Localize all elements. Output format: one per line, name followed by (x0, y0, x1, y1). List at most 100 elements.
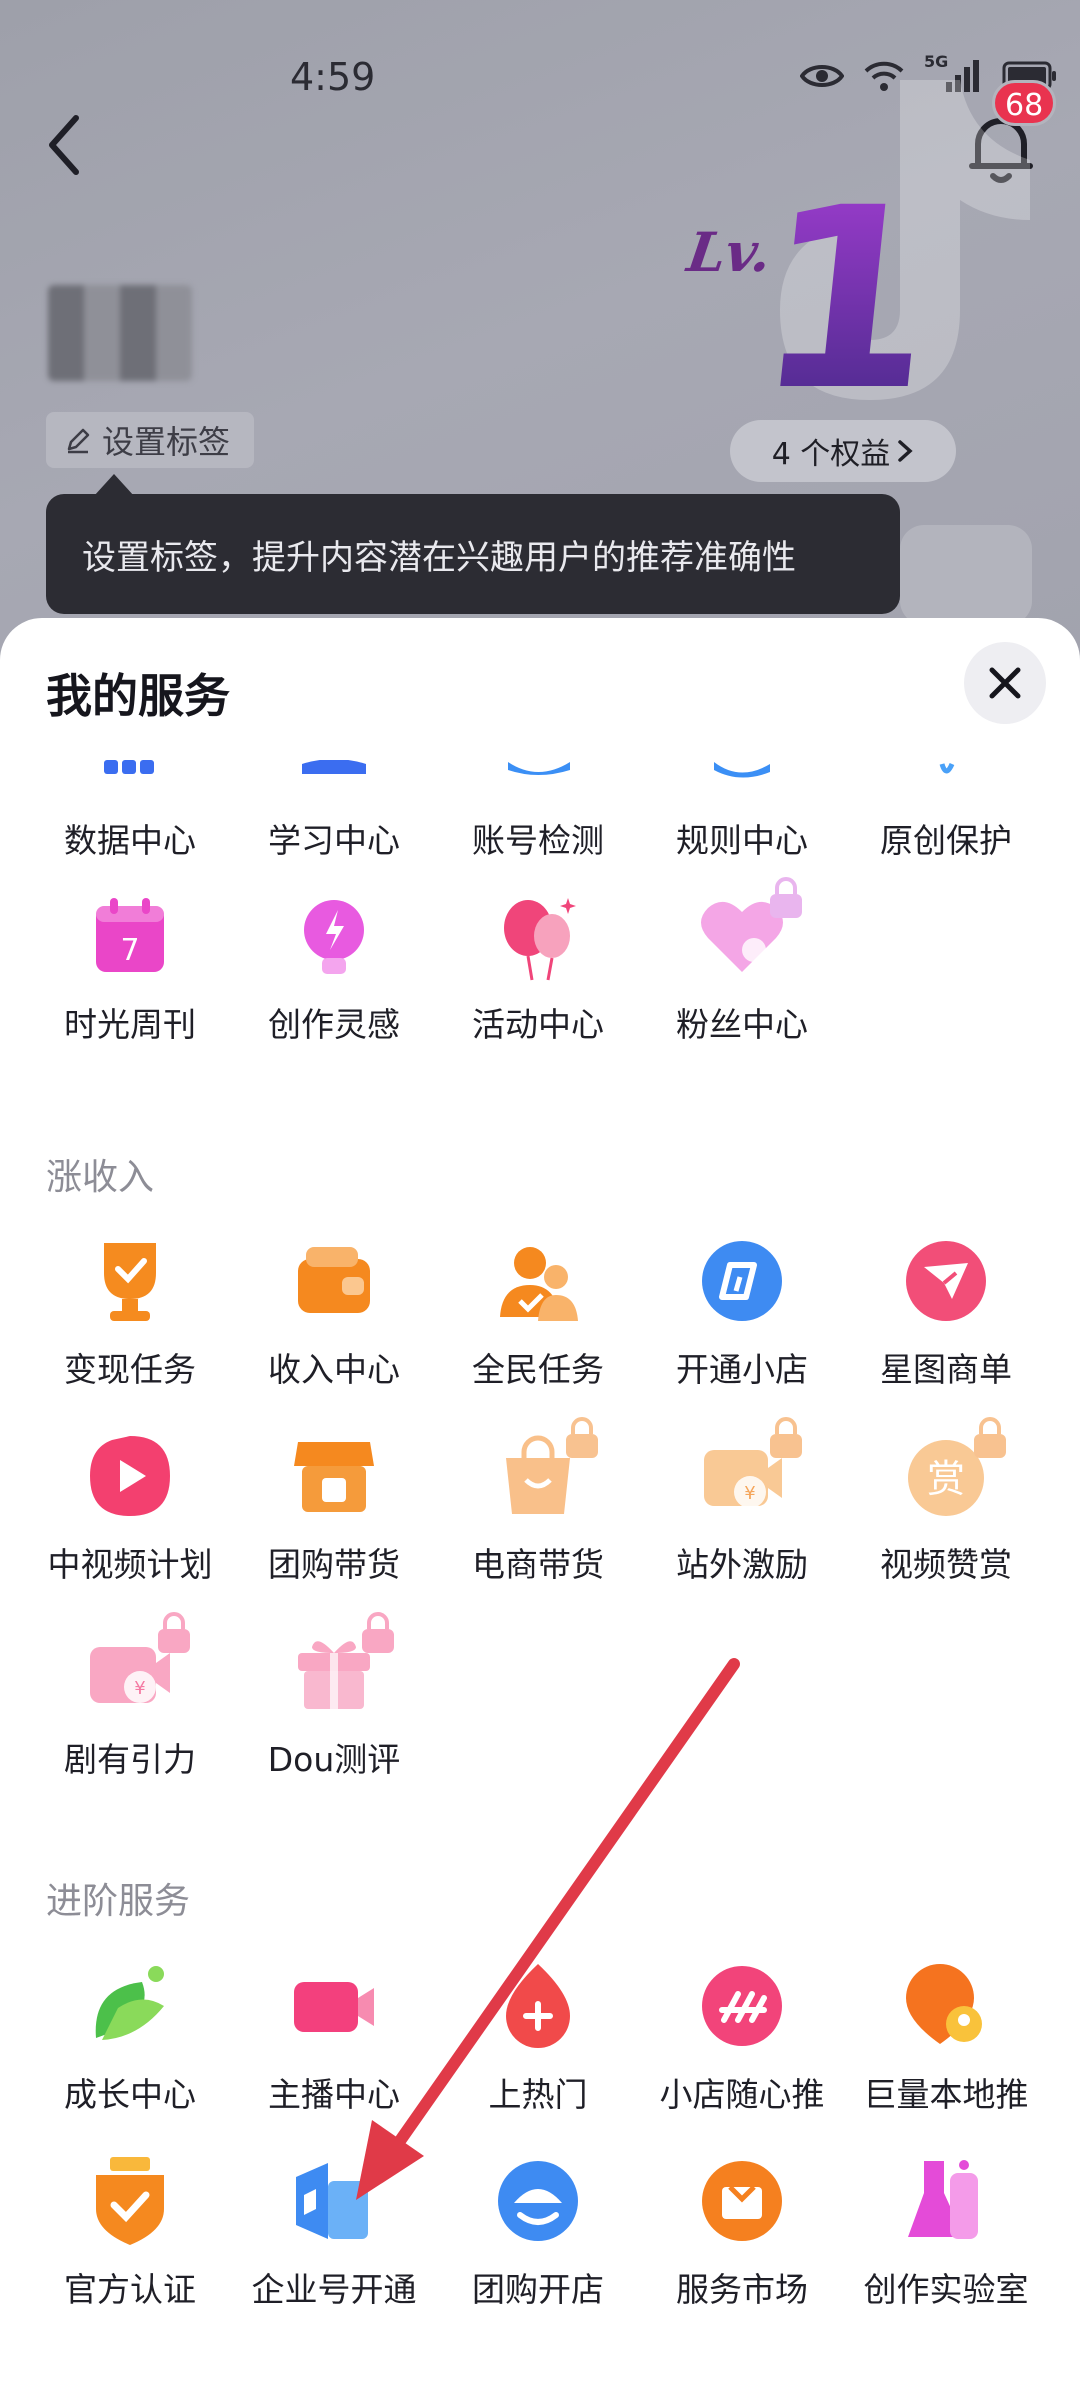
service-activity-center[interactable]: 活动中心 (436, 888, 640, 1048)
service-group-buy-sales[interactable]: 团购带货 (232, 1428, 436, 1588)
service-open-shop[interactable]: 开通小店 (640, 1233, 844, 1393)
service-weekly-timeline[interactable]: 7 时光周刊 (28, 888, 232, 1048)
balloons-icon (490, 888, 586, 984)
service-offsite-incentive[interactable]: ¥ 站外激励 (640, 1417, 844, 1588)
service-label: 时光周刊 (64, 1005, 196, 1044)
service-enterprise-account[interactable]: 企业号开通 (232, 2153, 436, 2313)
background-card (900, 525, 1032, 625)
service-mid-video-plan[interactable]: 中视频计划 (28, 1428, 232, 1588)
camera-icon (286, 1958, 382, 2054)
service-label: 开通小店 (676, 1350, 808, 1389)
section-advanced-label: 进阶服务 (46, 1881, 191, 1922)
pencil-icon (67, 428, 90, 454)
reward-icon: 赏 (898, 1417, 1006, 1524)
account-check-icon (490, 760, 586, 800)
video-money-icon: ¥ (694, 1417, 802, 1524)
service-public-tasks[interactable]: 全民任务 (436, 1233, 640, 1393)
set-tag-button[interactable]: 设置标签 (46, 412, 254, 468)
service-label: 粉丝中心 (676, 1005, 808, 1044)
service-income-center[interactable]: 收入中心 (232, 1233, 436, 1393)
my-services-sheet: 我的服务 数据中心 学习中心 账号检测 规则中心 原创保护 7 时光周刊 创作灵… (0, 618, 1080, 2400)
flask-icon (898, 2153, 994, 2249)
lock-icon (974, 1417, 1006, 1458)
film-icon: ¥ (82, 1612, 190, 1719)
service-label: 视频赞赏 (880, 1545, 1012, 1584)
service-label: 电商带货 (472, 1545, 604, 1584)
service-market[interactable]: 服务市场 (640, 2153, 844, 2313)
svg-text:¥: ¥ (744, 1483, 755, 1504)
service-group-buy-shop[interactable]: 团购开店 (436, 2153, 640, 2313)
service-label: 变现任务 (64, 1350, 196, 1389)
lock-icon (770, 1417, 802, 1458)
trophy-icon (82, 1233, 178, 1329)
play-icon (82, 1428, 178, 1524)
status-time: 4:59 (290, 55, 376, 99)
service-label: 成长中心 (64, 2075, 196, 2114)
service-label: Dou测评 (267, 1740, 401, 1779)
service-fans-center[interactable]: 粉丝中心 (640, 877, 844, 1048)
service-label: 全民任务 (472, 1350, 604, 1389)
service-label: 收入中心 (268, 1350, 400, 1389)
original-protection-icon (898, 760, 994, 800)
service-official-verification[interactable]: 官方认证 (28, 2153, 232, 2313)
calendar-icon: 7 (82, 888, 178, 984)
star-map-icon (898, 1233, 994, 1329)
level-prefix: Lv. (683, 220, 776, 284)
service-inspiration[interactable]: 创作灵感 (232, 888, 436, 1048)
service-label: 原创保护 (880, 821, 1012, 860)
svg-text:赏: 赏 (927, 1457, 965, 1501)
service-local-promote[interactable]: 巨量本地推 (844, 1958, 1048, 2118)
service-ecommerce-sales[interactable]: 电商带货 (436, 1417, 640, 1588)
service-monetization-tasks[interactable]: 变现任务 (28, 1233, 232, 1393)
location-icon (898, 1958, 994, 2054)
wallet-icon (286, 1233, 382, 1329)
service-label: 学习中心 (268, 821, 400, 860)
market-icon (694, 2153, 790, 2249)
service-shop-promote[interactable]: 小店随心推 (640, 1958, 844, 2118)
service-label: 官方认证 (64, 2270, 196, 2309)
service-video-reward[interactable]: 赏 视频赞赏 (844, 1417, 1048, 1588)
service-label: 数据中心 (64, 821, 196, 860)
service-dou-review[interactable]: Dou测评 (232, 1612, 436, 1783)
service-creation-lab[interactable]: 创作实验室 (844, 2153, 1048, 2313)
service-label: 小店随心推 (659, 2075, 825, 2114)
svg-text:7: 7 (120, 933, 139, 968)
flame-icon (490, 1958, 586, 2054)
service-label: 团购开店 (472, 2270, 604, 2309)
service-label: 站外激励 (676, 1545, 808, 1584)
service-dou-plus[interactable]: 上热门 (436, 1958, 640, 2118)
lock-icon (158, 1612, 190, 1653)
section-income-label: 涨收入 (46, 1157, 155, 1198)
service-growth-center[interactable]: 成长中心 (28, 1958, 232, 2118)
rights-button[interactable]: 4 个权益 (730, 420, 956, 482)
rules-center-icon (694, 760, 790, 800)
leaf-icon (82, 1958, 178, 2054)
data-center-icon (82, 760, 178, 800)
service-label: 巨量本地推 (863, 2075, 1029, 2114)
service-streamer-center[interactable]: 主播中心 (232, 1958, 436, 2118)
service-label: 创作灵感 (268, 1005, 400, 1044)
service-label: 账号检测 (472, 821, 604, 860)
lock-icon (770, 877, 802, 918)
service-label: 活动中心 (472, 1005, 604, 1044)
service-label: 主播中心 (268, 2075, 400, 2114)
back-arrow-icon[interactable] (40, 110, 90, 180)
service-original-protection[interactable]: 原创保护 (844, 762, 1048, 928)
shop-icon (694, 1233, 790, 1329)
learning-center-icon (286, 759, 382, 800)
tag-tooltip: 设置标签，提升内容潜在兴趣用户的推荐准确性 (46, 474, 900, 614)
dome-icon (490, 2153, 586, 2249)
blurred-username (48, 285, 192, 381)
tooltip-text: 设置标签，提升内容潜在兴趣用户的推荐准确性 (82, 537, 796, 578)
service-drama-gravity[interactable]: ¥ 剧有引力 (28, 1612, 232, 1783)
lightbulb-icon (286, 888, 382, 984)
level-number: 1 (744, 154, 950, 445)
set-tag-label: 设置标签 (102, 423, 231, 461)
close-icon (989, 667, 1021, 699)
rights-label: 4 个权益 (771, 437, 891, 472)
service-star-orders[interactable]: 星图商单 (844, 1233, 1048, 1393)
close-button[interactable] (964, 642, 1046, 724)
service-label: 创作实验室 (863, 2270, 1029, 2309)
service-label: 中视频计划 (47, 1545, 213, 1584)
chevron-right-icon (898, 440, 913, 462)
